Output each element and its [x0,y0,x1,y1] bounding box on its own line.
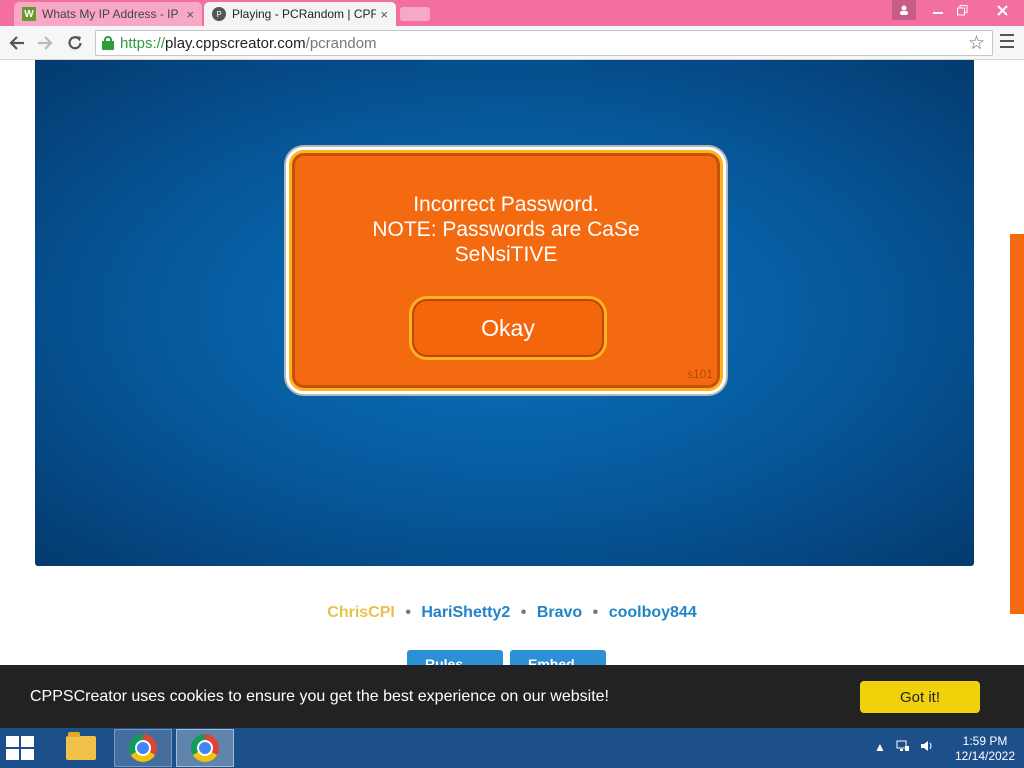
volume-icon[interactable] [920,740,934,755]
cookie-message: CPPSCreator uses cookies to ensure you g… [30,688,609,705]
windows-start-icon[interactable] [6,736,38,762]
forward-arrow-icon[interactable] [34,32,56,54]
dialog-line: SeNsiTIVE [454,243,558,266]
error-dialog: Incorrect Password. NOTE: Passwords are … [286,147,726,394]
bookmark-star-icon[interactable]: ☆ [968,32,985,55]
system-tray: ▲ [874,740,934,755]
cookie-consent-bar: CPPSCreator uses cookies to ensure you g… [0,665,1024,728]
credit-separator: • [405,604,411,621]
url-scheme: https:// [120,34,166,52]
close-icon[interactable]: × [380,7,388,22]
dialog-line: Incorrect Password. [413,193,599,216]
url-host: play.cppscreator.com [165,34,306,52]
okay-button[interactable]: Okay [409,296,607,360]
cpps-favicon-icon: P [212,7,226,21]
network-icon[interactable] [896,740,910,755]
user-profile-icon[interactable] [892,0,916,20]
address-bar[interactable]: https:// play.cppscreator.com /pcrandom [95,30,993,56]
credit-link[interactable]: ChrisCPI [327,604,395,621]
credit-link[interactable]: coolboy844 [609,604,697,621]
wmip-favicon-icon: W [22,7,36,21]
back-arrow-icon[interactable] [6,32,28,54]
credit-link[interactable]: HariShetty2 [421,604,510,621]
browser-toolbar: https:// play.cppscreator.com /pcrandom [0,26,1024,60]
dialog-message: Incorrect Password. NOTE: Passwords are … [289,192,723,267]
credits-row: ChrisCPI • HariShetty2 • Bravo • coolboy… [0,604,1024,622]
windows-taskbar: ▲ 1:59 PM 12/14/2022 [0,728,1024,768]
credit-separator: • [520,604,527,621]
game-canvas[interactable]: Incorrect Password. NOTE: Passwords are … [35,60,974,566]
page-content: Incorrect Password. NOTE: Passwords are … [0,60,1024,728]
reload-icon[interactable] [64,32,86,54]
window-close-icon[interactable] [984,0,1020,20]
lock-icon [102,36,114,50]
taskbar-clock[interactable]: 1:59 PM 12/14/2022 [950,734,1020,764]
tab-label: Playing - PCRandom | CPF [232,7,377,21]
new-tab-button[interactable] [400,7,430,21]
cookie-accept-button[interactable]: Got it! [860,681,980,713]
side-scroll-bar[interactable] [1010,234,1024,614]
tab-label: Whats My IP Address - IP [42,7,179,21]
dialog-error-code: s101 [686,367,713,381]
file-explorer-icon[interactable] [52,729,110,767]
restore-icon[interactable] [948,0,976,20]
tray-expand-icon[interactable]: ▲ [874,740,886,755]
browser-titlebar: W Whats My IP Address - IP × P Playing -… [0,0,1024,26]
clock-date: 12/14/2022 [954,749,1016,763]
url-path: /pcrandom [305,34,377,52]
close-icon[interactable]: × [186,7,194,22]
hamburger-menu-icon[interactable] [1000,34,1014,52]
credit-separator: • [592,604,599,621]
tab-playing-pcrandom[interactable]: P Playing - PCRandom | CPF × [204,2,396,26]
tab-whats-my-ip[interactable]: W Whats My IP Address - IP × [14,2,202,26]
chrome-icon[interactable] [176,729,234,767]
credit-link[interactable]: Bravo [537,604,582,621]
chrome-icon[interactable] [114,729,172,767]
clock-time: 1:59 PM [962,734,1008,748]
dialog-line: NOTE: Passwords are CaSe [372,218,640,241]
